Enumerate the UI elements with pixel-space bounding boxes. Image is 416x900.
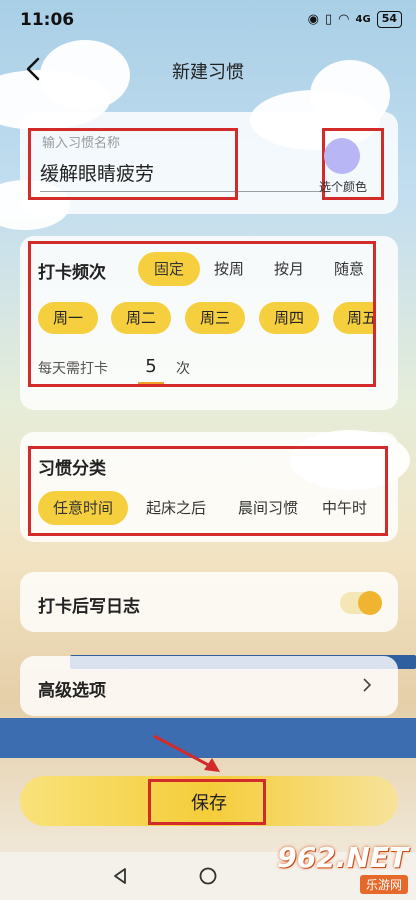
frequency-mode-weekly[interactable]: 按周 <box>204 252 254 286</box>
page-header: 新建习惯 <box>0 48 416 92</box>
wifi-icon: ◠ <box>338 12 350 27</box>
advanced-label: 高级选项 <box>38 681 106 701</box>
frequency-mode-monthly[interactable]: 按月 <box>264 252 314 286</box>
journal-label: 打卡后写日志 <box>38 597 140 617</box>
watermark-small: 乐游网 <box>359 875 408 894</box>
page-title: 新建习惯 <box>172 62 244 83</box>
battery-icon: 54 <box>376 11 402 28</box>
color-picker-label: 选个颜色 <box>318 180 367 194</box>
frequency-label: 打卡频次 <box>38 263 106 283</box>
daily-count-unit: 次 <box>176 361 190 377</box>
category-noon[interactable]: 中午时 <box>322 491 382 525</box>
chevron-right-icon <box>363 678 372 692</box>
category-anytime[interactable]: 任意时间 <box>38 491 128 525</box>
day-tue[interactable]: 周二 <box>111 302 171 334</box>
advanced-options-row[interactable]: 高级选项 <box>20 656 398 716</box>
category-card <box>20 432 398 542</box>
watermark-logo: 962.NET 乐游网 <box>277 841 408 894</box>
save-button[interactable]: 保存 <box>20 776 398 826</box>
watermark-big: 962.NET <box>277 841 408 874</box>
color-picker-button[interactable]: 选个颜色 <box>305 128 385 198</box>
save-label: 保存 <box>191 793 227 814</box>
eye-icon: ◉ <box>307 12 320 27</box>
daily-count-prefix: 每天需打卡 <box>38 361 108 377</box>
daily-count-input[interactable]: 5 <box>138 352 164 384</box>
day-wed[interactable]: 周三 <box>185 302 245 334</box>
journal-toggle[interactable] <box>340 591 382 615</box>
category-label: 习惯分类 <box>38 459 106 479</box>
category-after-waking[interactable]: 起床之后 <box>136 491 216 525</box>
day-mon[interactable]: 周一 <box>38 302 98 334</box>
vibrate-icon: ▯ <box>325 12 333 27</box>
category-morning[interactable]: 晨间习惯 <box>228 491 308 525</box>
day-fri[interactable]: 周五 <box>333 302 375 334</box>
status-bar: 11:06 ◉ ▯ ◠ 4G 54 <box>0 0 416 40</box>
signal-icon: 4G <box>355 14 371 25</box>
toggle-knob <box>358 591 382 615</box>
pointer-arrow-icon <box>153 734 220 772</box>
habit-name-input[interactable] <box>40 154 324 192</box>
day-thu[interactable]: 周四 <box>259 302 319 334</box>
habit-name-hint: 输入习惯名称 <box>42 136 121 151</box>
color-swatch <box>324 138 360 174</box>
nav-back-icon[interactable] <box>110 866 130 886</box>
status-time: 11:06 <box>20 10 75 30</box>
frequency-mode-any[interactable]: 随意 <box>324 252 374 286</box>
frequency-mode-fixed[interactable]: 固定 <box>138 252 200 286</box>
nav-home-icon[interactable] <box>198 866 218 886</box>
